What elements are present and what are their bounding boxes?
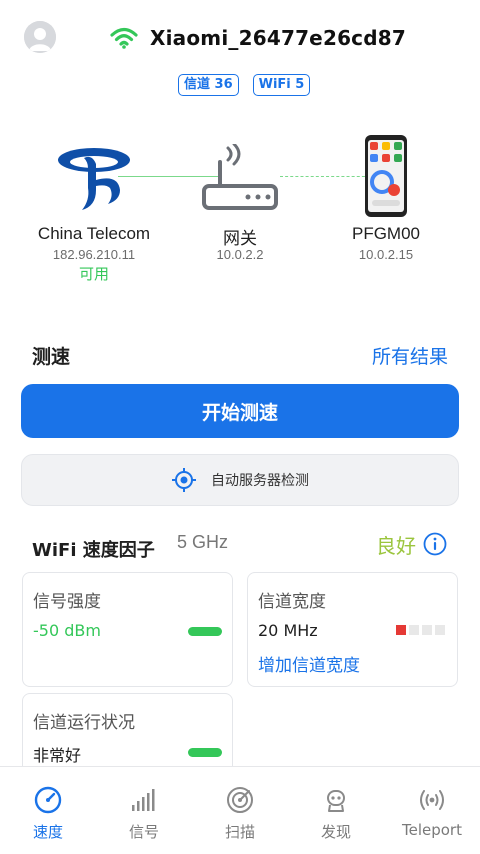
factors-rating: 良好 <box>376 534 416 558</box>
phone-icon[interactable] <box>364 134 408 218</box>
isp-status: 可用 <box>78 265 109 283</box>
nav-tab-teleport[interactable]: Teleport <box>384 767 480 854</box>
nav-label-scan: 扫描 <box>224 823 255 841</box>
gateway-device-link <box>280 176 370 177</box>
network-topology: China Telecom 182.96.210.11 可用 网关 10.0.2… <box>0 130 480 290</box>
channel-width-level-segment <box>435 625 445 635</box>
signal-strength-card[interactable]: 信号强度 -50 dBm <box>22 572 233 687</box>
nav-label-signal: 信号 <box>128 823 159 841</box>
avatar[interactable] <box>24 21 56 53</box>
factors-title: WiFi 速度因子 <box>32 540 155 561</box>
channel-health-indicator <box>188 748 222 757</box>
channel-width-title: 信道宽度 <box>258 592 326 612</box>
signal-strength-title: 信号强度 <box>33 592 101 612</box>
china-telecom-logo-icon[interactable] <box>56 140 132 216</box>
teleport-icon <box>420 790 444 810</box>
factors-band: 5 GHz <box>177 532 229 552</box>
crosshair-target-icon <box>172 468 196 492</box>
channel-width-level <box>393 625 445 635</box>
channel-width-level-segment <box>409 625 419 635</box>
speed-test-section: 测速 所有结果 开始测速 自动服务器检测 <box>0 290 480 514</box>
nav-tab-discover[interactable]: 发现 <box>288 767 384 854</box>
nav-label-teleport: Teleport <box>402 821 462 839</box>
channel-health-title: 信道运行状况 <box>33 713 135 733</box>
signal-quality-indicator <box>188 627 222 636</box>
device-ip: 10.0.2.15 <box>358 247 414 262</box>
ssid-row[interactable]: Xiaomi_26477e26cd87 <box>110 24 406 52</box>
start-speed-test-button[interactable]: 开始测速 <box>21 384 459 438</box>
wifi-standard-badge: WiFi 5 <box>252 74 311 96</box>
info-icon[interactable] <box>423 532 447 556</box>
router-icon[interactable] <box>200 144 280 214</box>
auto-server-detect-button[interactable]: 自动服务器检测 <box>21 454 459 506</box>
signal-bars-icon <box>132 789 155 811</box>
radar-scan-icon <box>227 787 253 813</box>
nav-tab-signal[interactable]: 信号 <box>96 767 192 854</box>
channel-width-card[interactable]: 信道宽度 20 MHz 增加信道宽度 <box>247 572 458 687</box>
bottom-navigation: 速度 信号 扫描 发现 Teleport <box>0 766 480 854</box>
device-name: PFGM00 <box>351 224 421 243</box>
isp-ip: 182.96.210.11 <box>52 247 136 262</box>
app-screen: Xiaomi_26477e26cd87 信道 36 WiFi 5 China T… <box>0 0 480 854</box>
gateway-ip: 10.0.2.2 <box>216 247 264 262</box>
channel-width-value: 20 MHz <box>258 621 318 640</box>
speedometer-icon <box>34 786 62 814</box>
nav-label-speed: 速度 <box>32 823 63 841</box>
network-ssid: Xiaomi_26477e26cd87 <box>150 26 406 50</box>
wifi-speed-factors-section: WiFi 速度因子 5 GHz 良好 信号强度 -50 dBm 信道宽度 20 … <box>0 514 480 793</box>
auto-server-detect-label: 自动服务器检测 <box>211 473 309 489</box>
channel-health-value: 非常好 <box>33 746 82 765</box>
all-results-link[interactable]: 所有结果 <box>372 342 448 369</box>
speed-test-title: 测速 <box>32 346 71 368</box>
header: Xiaomi_26477e26cd87 信道 36 WiFi 5 <box>0 0 480 130</box>
signal-strength-value: -50 dBm <box>33 621 101 640</box>
discover-robot-icon <box>327 790 345 812</box>
network-badges: 信道 36 WiFi 5 <box>178 74 324 96</box>
wifi-icon <box>110 27 138 49</box>
gateway-name: 网关 <box>223 229 257 248</box>
increase-channel-width-link[interactable]: 增加信道宽度 <box>258 651 360 676</box>
nav-label-discover: 发现 <box>320 823 351 841</box>
nav-tab-speed[interactable]: 速度 <box>0 767 96 854</box>
isp-name: China Telecom <box>37 224 151 243</box>
nav-tab-scan[interactable]: 扫描 <box>192 767 288 854</box>
user-icon <box>24 21 56 53</box>
channel-badge: 信道 36 <box>178 74 239 96</box>
channel-width-level-segment <box>422 625 432 635</box>
channel-width-level-segment <box>396 625 406 635</box>
